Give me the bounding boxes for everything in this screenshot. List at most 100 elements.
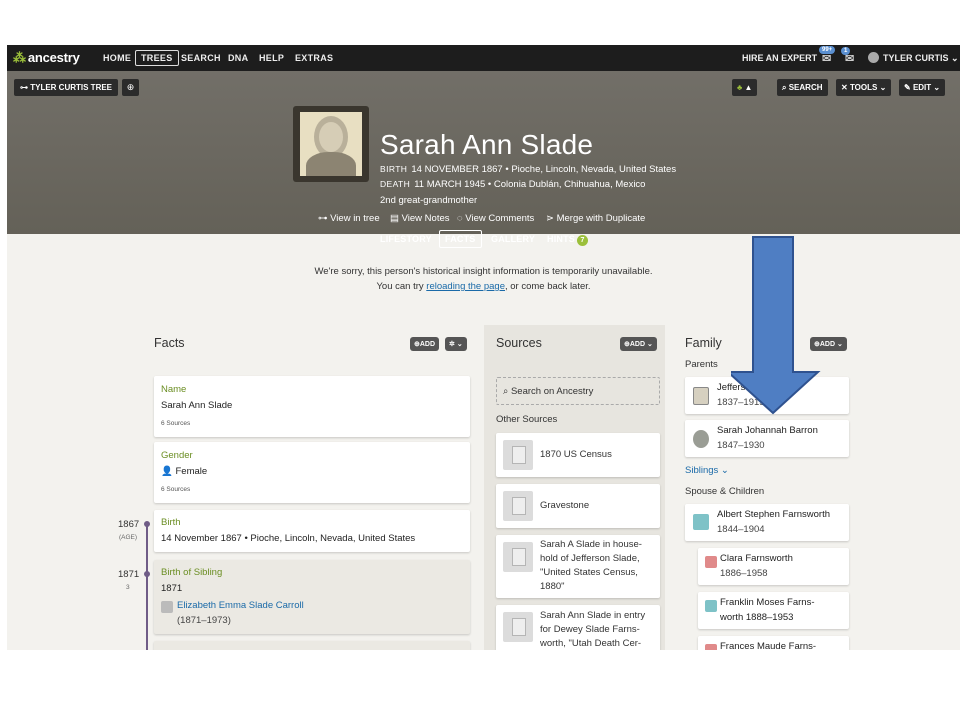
portrait-body (306, 152, 356, 176)
person-portrait[interactable] (293, 106, 369, 182)
edit-button[interactable]: ✎ EDIT ⌄ (899, 79, 946, 96)
timeline-age: 3 (126, 584, 130, 591)
search-button[interactable]: ⌕ SEARCH (777, 79, 828, 96)
child-name: Clara Farnsworth (720, 553, 793, 564)
sources-heading: Sources (496, 336, 542, 350)
tab-hints[interactable]: HINTS 7 (547, 234, 588, 246)
tree-button[interactable]: ⊶ TYLER CURTIS TREE (14, 79, 119, 96)
user-menu[interactable]: TYLER CURTIS ⌄ (883, 53, 959, 64)
chevron-down-icon: ⌄ (720, 465, 729, 476)
timeline-age: (AGE) (119, 534, 138, 541)
top-nav: ⁂ ancestry HOME TREES SEARCH DNA HELP EXT… (7, 45, 960, 71)
child-name-line2: worth 1888–1953 (720, 612, 793, 623)
view-in-tree-link[interactable]: ⊶ View in tree (318, 213, 380, 224)
gender-value: Female (175, 466, 208, 477)
parent-card[interactable]: Sarah Johannah Barron 1847–1930 (685, 420, 849, 457)
child-name-continued: worth (720, 612, 744, 623)
portrait-face (319, 122, 343, 152)
fact-card-sibling-birth[interactable]: Birth of Sibling 1871 Elizabeth Emma Sla… (154, 560, 470, 634)
male-avatar-icon (693, 514, 709, 530)
cactus-icon: ♣ (737, 83, 743, 92)
death-label: DEATH (380, 179, 411, 189)
tools-button[interactable]: ✕ TOOLS ⌄ (836, 79, 892, 96)
tab-gallery[interactable]: GALLERY (491, 234, 535, 244)
search-button-label: SEARCH (788, 83, 823, 92)
parent-name: Sarah Johannah Barron (717, 425, 818, 436)
tree-icon: ⊶ (318, 213, 328, 224)
tree-button-label: TYLER CURTIS TREE (30, 83, 113, 92)
view-comments-link[interactable]: ◌ View Comments (457, 213, 534, 224)
fact-card-gender[interactable]: Gender 👤 Female 6 Sources (154, 442, 470, 503)
source-card[interactable]: Gravestone (496, 484, 660, 528)
fact-title: Birth (161, 517, 181, 528)
child-card[interactable]: Franklin Moses Farns- worth 1888–1953 (698, 592, 849, 629)
child-card[interactable]: Clara Farnsworth 1886–1958 (698, 548, 849, 585)
reload-link[interactable]: reloading the page (426, 281, 505, 292)
sources-add-button[interactable]: ⊕ADD ⌄ (620, 337, 657, 351)
view-notes-label: View Notes (401, 213, 450, 224)
person-icon: 👤 (161, 466, 173, 477)
family-add-label: ADD (819, 341, 836, 348)
wrench-icon: ✕ (841, 83, 848, 92)
user-avatar[interactable] (868, 52, 879, 63)
fact-value: Sarah Ann Slade (161, 400, 233, 411)
nav-home[interactable]: HOME (103, 53, 131, 63)
source-document-icon (503, 491, 533, 521)
child-card[interactable]: Frances Maude Farns- (698, 636, 849, 650)
parent-years: 1847–1930 (717, 440, 765, 451)
merge-duplicate-link[interactable]: ⋗ Merge with Duplicate (546, 213, 645, 224)
lock-icon: ⊕ (126, 82, 135, 92)
spouse-card[interactable]: Albert Stephen Farnsworth 1844–1904 (685, 504, 849, 541)
tab-facts[interactable]: FACTS (439, 230, 482, 248)
fact-card-name[interactable]: Name Sarah Ann Slade 6 Sources (154, 376, 470, 437)
user-name: TYLER CURTIS (883, 53, 949, 63)
ancestry-logo[interactable]: ⁂ ancestry (13, 50, 80, 66)
merge-duplicate-label: Merge with Duplicate (556, 213, 646, 224)
search-on-ancestry-button[interactable]: ⌕ Search on Ancestry (496, 377, 660, 405)
source-card[interactable]: 1870 US Census (496, 433, 660, 477)
fact-sources[interactable]: 6 Sources (161, 486, 190, 493)
fact-value: 👤 Female (161, 466, 207, 477)
chevron-down-icon: ⌄ (456, 341, 463, 348)
spouse-name: Albert Stephen Farnsworth (717, 509, 831, 520)
hire-expert-link[interactable]: HIRE AN EXPERT (742, 53, 817, 63)
fact-card-birth[interactable]: Birth 14 November 1867 • Pioche, Lincoln… (154, 510, 470, 552)
timeline-year: 1867 (118, 519, 140, 530)
source-card[interactable]: Sarah Ann Slade in entry for Dewey Slade… (496, 605, 660, 650)
fact-card-next[interactable] (154, 641, 470, 650)
source-title-line: "United States Census, (540, 567, 638, 578)
tree-lock-button[interactable]: ⊕ (122, 79, 139, 96)
tab-lifestory[interactable]: LIFESTORY (380, 234, 432, 244)
fact-value: 14 November 1867 • Pioche, Lincoln, Neva… (161, 533, 416, 544)
alert-button[interactable]: ♣ ▲ (732, 79, 758, 96)
fact-value: 1871 (161, 583, 183, 594)
nav-trees[interactable]: TREES (135, 50, 179, 66)
fact-sources[interactable]: 6 Sources (161, 420, 190, 427)
male-avatar-icon (705, 600, 717, 612)
chevron-down-icon: ⌄ (951, 53, 959, 63)
sibling-link[interactable]: Elizabeth Emma Slade Carroll (177, 600, 304, 611)
nav-search[interactable]: SEARCH (181, 53, 221, 63)
tools-button-label: TOOLS (849, 83, 878, 92)
siblings-label: Siblings (685, 465, 719, 476)
parents-label: Parents (685, 359, 718, 370)
death-line: DEATH 11 MARCH 1945 • Colonia Dublán, Chi… (380, 179, 645, 190)
hints-count-badge: 7 (577, 235, 588, 246)
source-title-line: Sarah Ann Slade in entry (540, 610, 646, 621)
female-avatar-icon (705, 644, 717, 650)
relationship-label: 2nd great-grandmother (380, 195, 478, 206)
nav-dna[interactable]: DNA (228, 53, 248, 63)
family-heading: Family (685, 336, 722, 350)
siblings-toggle[interactable]: Siblings ⌄ (685, 465, 729, 476)
fact-title: Birth of Sibling (161, 567, 223, 578)
other-sources-label: Other Sources (496, 414, 558, 425)
nav-extras[interactable]: EXTRAS (295, 53, 333, 63)
source-card[interactable]: Sarah A Slade in house- hold of Jefferso… (496, 535, 660, 598)
birth-line: BIRTH 14 NOVEMBER 1867 • Pioche, Lincoln,… (380, 164, 676, 175)
child-name: Franklin Moses Farns- (720, 597, 815, 608)
facts-settings-button[interactable]: ✲ ⌄ (445, 337, 467, 351)
facts-add-button[interactable]: ⊕ADD (410, 337, 440, 351)
sources-add-label: ADD (629, 341, 646, 348)
nav-help[interactable]: HELP (259, 53, 284, 63)
view-notes-link[interactable]: ▤ View Notes (390, 213, 450, 224)
